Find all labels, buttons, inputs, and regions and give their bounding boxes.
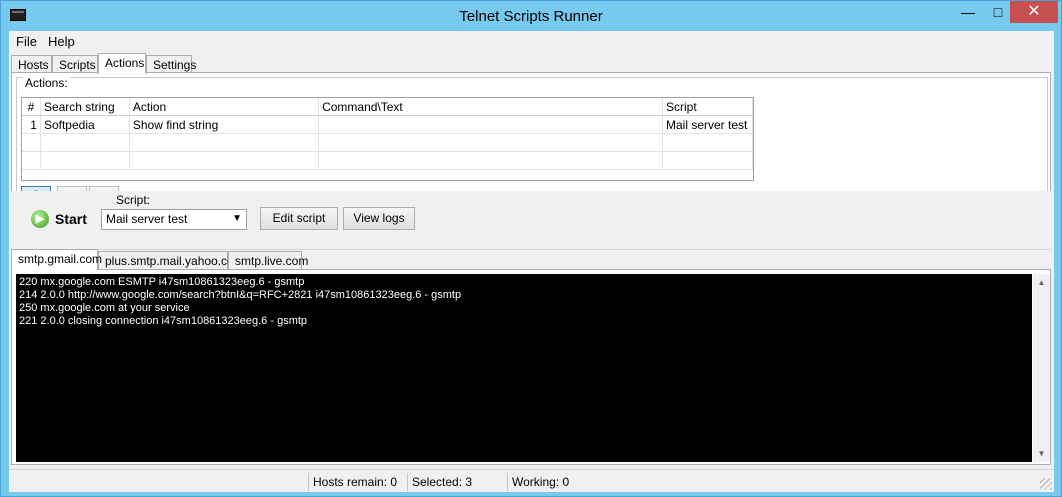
resize-grip-icon[interactable]: [1040, 478, 1052, 490]
table-row-empty: [22, 151, 754, 170]
script-select-value: Mail server test: [106, 212, 188, 226]
table-row[interactable]: 1 Softpedia Show find string Mail server…: [22, 115, 754, 134]
table-row-empty: [22, 133, 754, 152]
view-logs-button[interactable]: View logs: [343, 207, 415, 230]
start-label: Start: [55, 211, 87, 227]
col-script[interactable]: Script: [662, 98, 754, 116]
col-action[interactable]: Action: [129, 98, 320, 116]
log-line: 220 mx.google.com ESMTP i47sm10861323eeg…: [19, 276, 305, 288]
tab-settings[interactable]: Settings: [146, 55, 196, 73]
log-line: 250 mx.google.com at your service: [19, 302, 190, 314]
control-row: ▶ Start Script: Mail server test ▼ Edit …: [11, 191, 1051, 250]
scroll-up-icon[interactable]: ▲: [1033, 274, 1050, 291]
row-script[interactable]: Mail server test: [662, 115, 754, 134]
status-hosts-remain: Hosts remain: 0: [308, 473, 408, 491]
menu-help[interactable]: Help: [48, 34, 75, 49]
menu-bar: File Help: [9, 31, 1054, 51]
col-num[interactable]: #: [22, 98, 41, 116]
log-scrollbar[interactable]: ▲ ▼: [1033, 274, 1050, 462]
row-search-string[interactable]: Softpedia: [40, 115, 130, 134]
maximize-button[interactable]: □: [983, 1, 1013, 23]
script-select[interactable]: Mail server test ▼: [101, 209, 247, 230]
window-title: Telnet Scripts Runner: [459, 8, 603, 25]
status-working: Working: 0: [507, 473, 607, 491]
tab-host-yahoo[interactable]: plus.smtp.mail.yahoo.com: [98, 251, 244, 269]
edit-script-button[interactable]: Edit script: [260, 207, 338, 230]
col-command-text[interactable]: Command\Text: [318, 98, 663, 116]
minimize-button[interactable]: —: [953, 1, 983, 23]
app-window: Telnet Scripts Runner — □ ✕ File Help Ho…: [0, 0, 1062, 497]
actions-grid[interactable]: # Search string Action Command\Text Scri…: [21, 97, 754, 181]
log-panel: 220 mx.google.com ESMTP i47sm10861323eeg…: [11, 269, 1051, 465]
title-bar[interactable]: Telnet Scripts Runner — □ ✕: [1, 1, 1061, 31]
row-num: 1: [22, 115, 41, 134]
col-search-string[interactable]: Search string: [40, 98, 130, 116]
menu-file[interactable]: File: [16, 34, 37, 49]
tab-host-live[interactable]: smtp.live.com: [228, 251, 308, 269]
client-area: File Help Hosts Scripts Actions Settings…: [9, 31, 1054, 492]
run-icon: ▶: [31, 210, 49, 228]
scroll-down-icon[interactable]: ▼: [1033, 445, 1050, 462]
row-command-text[interactable]: [318, 115, 663, 134]
script-label: Script:: [116, 193, 151, 207]
log-line: 214 2.0.0 http://www.google.com/search?b…: [19, 289, 462, 301]
tab-hosts[interactable]: Hosts: [11, 55, 52, 73]
tab-scripts[interactable]: Scripts: [52, 55, 98, 73]
tab-host-gmail[interactable]: smtp.gmail.com: [11, 249, 102, 270]
actions-group-label: Actions:: [23, 76, 70, 90]
status-selected: Selected: 3: [407, 473, 507, 491]
status-bar: Hosts remain: 0 Selected: 3 Working: 0: [9, 469, 1054, 492]
tab-actions[interactable]: Actions: [98, 53, 146, 74]
log-output[interactable]: 220 mx.google.com ESMTP i47sm10861323eeg…: [16, 274, 1032, 462]
log-line: 221 2.0.0 closing connection i47sm108613…: [19, 315, 308, 327]
grid-header-row: # Search string Action Command\Text Scri…: [22, 98, 754, 116]
close-button[interactable]: ✕: [1010, 1, 1058, 23]
row-action[interactable]: Show find string: [129, 115, 320, 134]
chevron-down-icon[interactable]: ▼: [232, 213, 242, 224]
